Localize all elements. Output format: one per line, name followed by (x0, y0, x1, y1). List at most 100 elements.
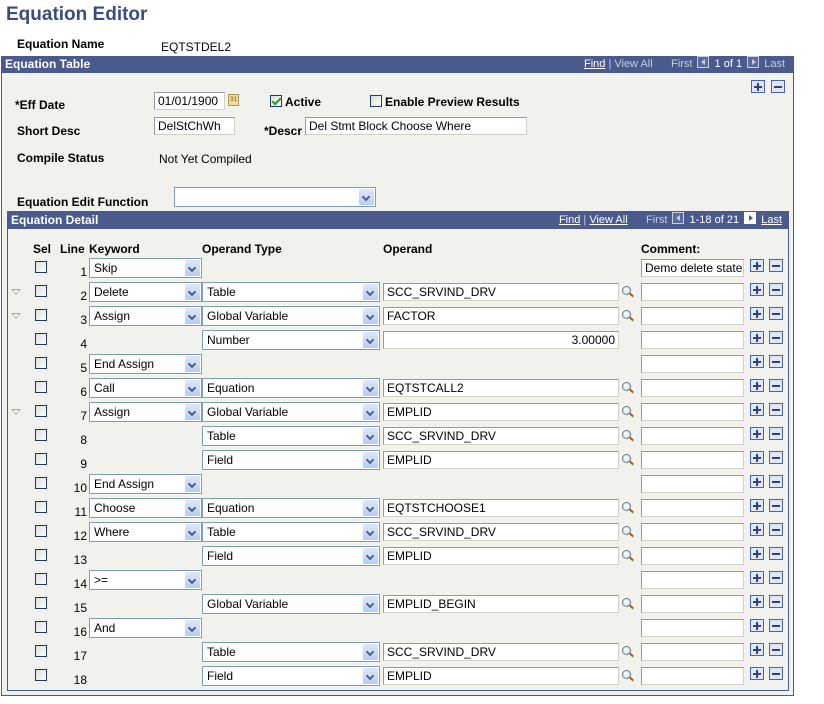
operand-type-select[interactable]: Equation (202, 498, 380, 518)
detail-next-arrow-icon[interactable] (744, 212, 757, 224)
row-select-checkbox[interactable] (35, 309, 47, 321)
add-row-button[interactable] (750, 571, 764, 584)
lookup-icon[interactable] (621, 525, 635, 539)
comment-input[interactable] (641, 571, 744, 589)
expand-triangle-icon[interactable] (11, 313, 21, 319)
keyword-select[interactable]: Choose (89, 498, 202, 518)
add-row-button[interactable] (751, 80, 765, 93)
delete-row-button[interactable] (769, 547, 783, 560)
comment-input[interactable]: Demo delete state (641, 259, 744, 277)
row-select-checkbox[interactable] (35, 333, 47, 345)
add-row-button[interactable] (750, 475, 764, 488)
add-row-button[interactable] (750, 451, 764, 464)
comment-input[interactable] (641, 403, 744, 421)
delete-row-button[interactable] (769, 499, 783, 512)
add-row-button[interactable] (750, 355, 764, 368)
delete-row-button[interactable] (769, 643, 783, 656)
keyword-select[interactable]: Skip (89, 258, 202, 278)
lookup-icon[interactable] (621, 645, 635, 659)
operand-type-select[interactable]: Global Variable (202, 402, 380, 422)
delete-row-button[interactable] (769, 475, 783, 488)
comment-input[interactable] (641, 547, 744, 565)
active-checkbox[interactable] (270, 95, 282, 107)
row-select-checkbox[interactable] (35, 285, 47, 297)
delete-row-button[interactable] (769, 379, 783, 392)
add-row-button[interactable] (750, 667, 764, 680)
comment-input[interactable] (641, 451, 744, 469)
comment-input[interactable] (641, 283, 744, 301)
lookup-icon[interactable] (621, 453, 635, 467)
operand-type-select[interactable]: Table (202, 642, 380, 662)
row-select-checkbox[interactable] (35, 549, 47, 561)
operand-input[interactable]: 3.00000 (383, 331, 619, 349)
keyword-select[interactable]: >= (89, 570, 202, 590)
keyword-select[interactable]: Delete (89, 282, 202, 302)
comment-input[interactable] (641, 427, 744, 445)
delete-row-button[interactable] (771, 80, 785, 93)
detail-find-link[interactable]: Find (559, 214, 580, 226)
lookup-icon[interactable] (621, 309, 635, 323)
add-row-button[interactable] (750, 523, 764, 536)
comment-input[interactable] (641, 643, 744, 661)
row-select-checkbox[interactable] (35, 261, 47, 273)
row-select-checkbox[interactable] (35, 501, 47, 513)
operand-type-select[interactable]: Table (202, 426, 380, 446)
add-row-button[interactable] (750, 307, 764, 320)
comment-input[interactable] (641, 379, 744, 397)
detail-view-all-link[interactable]: View All (589, 214, 627, 226)
operand-input[interactable]: EQTSTCHOOSE1 (383, 499, 619, 517)
calendar-icon[interactable]: 31 (228, 94, 239, 106)
lookup-icon[interactable] (621, 405, 635, 419)
delete-row-button[interactable] (769, 403, 783, 416)
short-desc-input[interactable]: DelStChWh (154, 117, 235, 135)
lookup-icon[interactable] (621, 597, 635, 611)
delete-row-button[interactable] (769, 595, 783, 608)
lookup-icon[interactable] (621, 549, 635, 563)
previous-arrow-icon[interactable] (697, 56, 710, 68)
add-row-button[interactable] (750, 499, 764, 512)
row-select-checkbox[interactable] (35, 477, 47, 489)
operand-type-select[interactable]: Table (202, 282, 380, 302)
add-row-button[interactable] (750, 403, 764, 416)
comment-input[interactable] (641, 523, 744, 541)
next-arrow-icon[interactable] (747, 56, 760, 68)
operand-input[interactable]: FACTOR (383, 307, 619, 325)
detail-last-link[interactable]: Last (761, 214, 782, 226)
add-row-button[interactable] (750, 619, 764, 632)
add-row-button[interactable] (750, 379, 764, 392)
operand-type-select[interactable]: Field (202, 546, 380, 566)
add-row-button[interactable] (750, 547, 764, 560)
keyword-select[interactable]: Assign (89, 306, 202, 326)
row-select-checkbox[interactable] (35, 669, 47, 681)
comment-input[interactable] (641, 331, 744, 349)
operand-input[interactable]: SCC_SRVIND_DRV (383, 427, 619, 445)
find-link[interactable]: Find (584, 58, 605, 70)
row-select-checkbox[interactable] (35, 405, 47, 417)
keyword-select[interactable]: End Assign (89, 354, 202, 374)
operand-type-select[interactable]: Global Variable (202, 306, 380, 326)
comment-input[interactable] (641, 667, 744, 685)
delete-row-button[interactable] (769, 619, 783, 632)
expand-triangle-icon[interactable] (11, 409, 21, 415)
keyword-select[interactable]: And (89, 618, 202, 638)
lookup-icon[interactable] (621, 285, 635, 299)
operand-input[interactable]: EMPLID (383, 667, 619, 685)
row-select-checkbox[interactable] (35, 597, 47, 609)
lookup-icon[interactable] (621, 669, 635, 683)
delete-row-button[interactable] (769, 667, 783, 680)
row-select-checkbox[interactable] (35, 429, 47, 441)
operand-input[interactable]: EMPLID (383, 451, 619, 469)
operand-type-select[interactable]: Table (202, 522, 380, 542)
comment-input[interactable] (641, 355, 744, 373)
operand-input[interactable]: SCC_SRVIND_DRV (383, 523, 619, 541)
operand-input[interactable]: EMPLID (383, 403, 619, 421)
add-row-button[interactable] (750, 427, 764, 440)
descr-input[interactable]: Del Stmt Block Choose Where (305, 117, 527, 135)
operand-input[interactable]: EMPLID_BEGIN (383, 595, 619, 613)
delete-row-button[interactable] (769, 307, 783, 320)
operand-type-select[interactable]: Global Variable (202, 594, 380, 614)
keyword-select[interactable]: Where (89, 522, 202, 542)
operand-type-select[interactable]: Equation (202, 378, 380, 398)
add-row-button[interactable] (750, 331, 764, 344)
operand-type-select[interactable]: Field (202, 666, 380, 686)
